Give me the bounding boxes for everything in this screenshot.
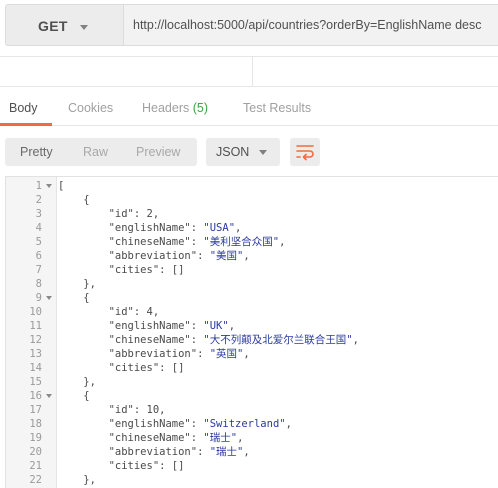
code-text: "id": 2, xyxy=(58,208,160,220)
code-text: }, xyxy=(58,474,96,486)
tab-headers[interactable]: Headers (5) xyxy=(142,101,208,115)
line-number: 6 xyxy=(35,250,42,262)
line-number: 7 xyxy=(35,264,42,276)
code-text: "englishName": "UK", xyxy=(58,320,236,332)
language-select[interactable]: JSON xyxy=(206,138,280,166)
code-line: 15 }, xyxy=(6,375,498,389)
tab-headers-label: Headers xyxy=(142,101,190,115)
code-text: "cities": [] xyxy=(58,362,185,374)
line-number: 22 xyxy=(29,474,42,486)
line-number: 11 xyxy=(29,320,42,332)
code-line: 17 "id": 10, xyxy=(6,403,498,417)
line-number: 17 xyxy=(29,404,42,416)
line-number: 9 xyxy=(35,292,42,304)
code-text: { xyxy=(58,194,90,206)
preview-button[interactable]: Preview xyxy=(136,145,180,159)
language-label: JSON xyxy=(216,145,250,159)
divider xyxy=(252,57,253,87)
code-line: 18 "englishName": "Switzerland", xyxy=(6,417,498,431)
caret-down-icon xyxy=(80,25,88,30)
code-text: "chineseName": "大不列颠及北爱尔兰联合王国", xyxy=(58,334,359,346)
line-number: 13 xyxy=(29,348,42,360)
code-line: 7 "cities": [] xyxy=(6,263,498,277)
headers-count-badge: (5) xyxy=(192,101,209,115)
response-toolbar: Pretty Raw Preview JSON xyxy=(0,126,498,176)
code-text: "chineseName": "美利坚合众国", xyxy=(58,236,286,248)
line-number: 2 xyxy=(35,194,42,206)
line-number: 5 xyxy=(35,236,42,248)
line-number: 3 xyxy=(35,208,42,220)
code-text: { xyxy=(58,292,90,304)
code-text: "abbreviation": "英国", xyxy=(58,348,250,360)
code-text: }, xyxy=(58,376,96,388)
wrap-lines-button[interactable] xyxy=(290,138,320,166)
line-number: 15 xyxy=(29,376,42,388)
format-button-group: Pretty Raw Preview xyxy=(5,138,197,166)
code-line: 3 "id": 2, xyxy=(6,207,498,221)
code-text: "abbreviation": "瑞士", xyxy=(58,446,250,458)
method-label: GET xyxy=(38,18,68,34)
tab-body[interactable]: Body xyxy=(9,101,38,115)
code-text: "englishName": "USA", xyxy=(58,222,242,234)
code-line: 20 "abbreviation": "瑞士", xyxy=(6,445,498,459)
response-body-viewer[interactable]: 1[2 {3 "id": 2, 4 "englishName": "USA", 5 … xyxy=(5,176,498,488)
code-line: 9 { xyxy=(6,291,498,305)
code-text: [ xyxy=(58,180,65,192)
code-line: 12 "chineseName": "大不列颠及北爱尔兰联合王国", xyxy=(6,333,498,347)
code-line: 21 "cities": [] xyxy=(6,459,498,473)
line-number: 21 xyxy=(29,460,42,472)
code-text: "cities": [] xyxy=(58,264,185,276)
fold-arrow-icon[interactable] xyxy=(46,184,52,188)
code-text: "chineseName": "瑞士", xyxy=(58,432,244,444)
line-number: 10 xyxy=(29,306,42,318)
line-number: 19 xyxy=(29,432,42,444)
request-bar: GET http://localhost:5000/api/countries?… xyxy=(0,0,498,56)
raw-button[interactable]: Raw xyxy=(83,145,108,159)
line-number: 18 xyxy=(29,418,42,430)
code-text: "abbreviation": "美国", xyxy=(58,250,250,262)
code-line: 16 { xyxy=(6,389,498,403)
line-number: 12 xyxy=(29,334,42,346)
line-number: 1 xyxy=(35,180,42,192)
code-line: 10 "id": 4, xyxy=(6,305,498,319)
method-select[interactable]: GET xyxy=(5,4,123,46)
fold-arrow-icon[interactable] xyxy=(46,394,52,398)
tab-test-results[interactable]: Test Results xyxy=(243,101,311,115)
line-number: 20 xyxy=(29,446,42,458)
code-line: 4 "englishName": "USA", xyxy=(6,221,498,235)
line-number: 4 xyxy=(35,222,42,234)
code-text: }, xyxy=(58,278,96,290)
code-line: 5 "chineseName": "美利坚合众国", xyxy=(6,235,498,249)
wrap-lines-icon xyxy=(296,145,314,161)
code-line: 6 "abbreviation": "美国", xyxy=(6,249,498,263)
tab-cookies[interactable]: Cookies xyxy=(68,101,113,115)
code-text: "id": 10, xyxy=(58,404,166,416)
code-line: 14 "cities": [] xyxy=(6,361,498,375)
request-options-area xyxy=(0,56,498,87)
code-line: 13 "abbreviation": "英国", xyxy=(6,347,498,361)
code-text: { xyxy=(58,390,90,402)
response-tabs: Body Cookies Headers (5) Test Results xyxy=(0,86,498,126)
code-line: 2 { xyxy=(6,193,498,207)
line-number: 16 xyxy=(29,390,42,402)
code-text: "id": 4, xyxy=(58,306,160,318)
code-text: "cities": [] xyxy=(58,460,185,472)
code-line: 22 }, xyxy=(6,473,498,487)
code-line: 1[ xyxy=(6,179,498,193)
code-text: "englishName": "Switzerland", xyxy=(58,418,292,430)
line-number: 14 xyxy=(29,362,42,374)
code-line: 11 "englishName": "UK", xyxy=(6,319,498,333)
line-number: 8 xyxy=(35,278,42,290)
caret-down-icon xyxy=(259,150,267,155)
url-input[interactable]: http://localhost:5000/api/countries?orde… xyxy=(123,4,498,46)
code-line: 8 }, xyxy=(6,277,498,291)
pretty-button[interactable]: Pretty xyxy=(20,145,53,159)
code-line: 19 "chineseName": "瑞士", xyxy=(6,431,498,445)
fold-arrow-icon[interactable] xyxy=(46,296,52,300)
